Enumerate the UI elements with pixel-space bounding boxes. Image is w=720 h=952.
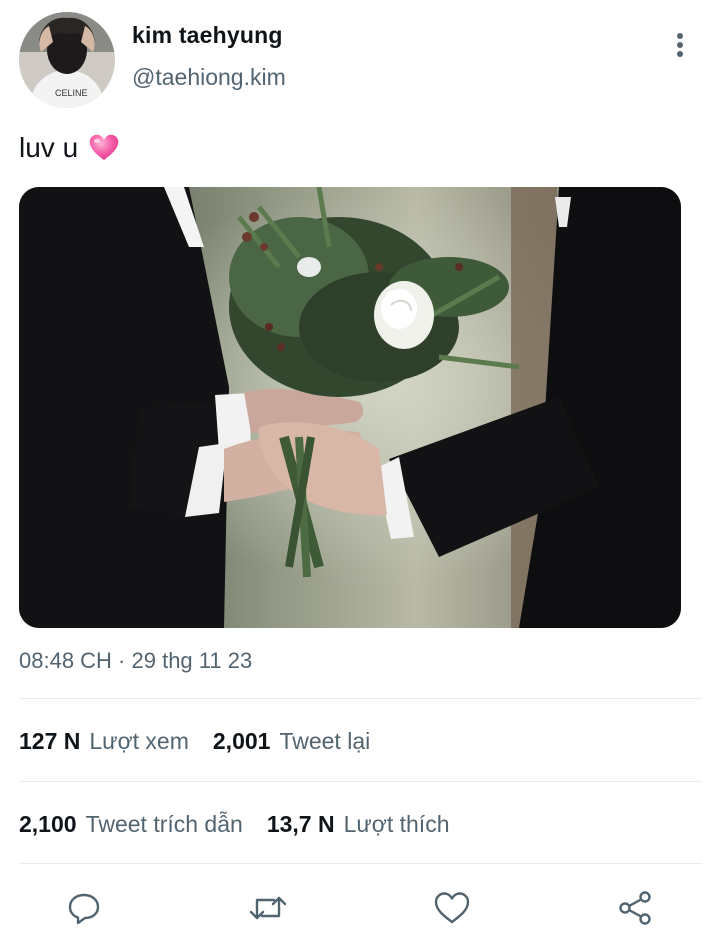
stats-row-views-retweets: 127 N Lượt xem 2,001 Tweet lại <box>19 721 370 761</box>
stats-row-quotes-likes: 2,100 Tweet trích dẫn 13,7 N Lượt thích <box>19 804 450 844</box>
retweets-stat[interactable]: 2,001 Tweet lại <box>213 728 370 755</box>
tweet-timestamp[interactable]: 08:48 CH · 29 thg 11 23 <box>19 648 252 674</box>
share-icon <box>619 891 651 925</box>
views-label: Lượt xem <box>89 727 189 754</box>
tweet-header: CELINE kim taehyung @taehiong.kim <box>0 0 720 118</box>
retweets-count: 2,001 <box>212 727 271 754</box>
more-vertical-icon <box>677 33 683 57</box>
likes-stat[interactable]: 13,7 N Lượt thích <box>267 811 450 838</box>
likes-label: Lượt thích <box>343 810 450 837</box>
avatar[interactable]: CELINE <box>19 12 115 108</box>
avatar-image: CELINE <box>19 12 115 108</box>
quotes-count: 2,100 <box>19 810 77 837</box>
retweet-button[interactable] <box>246 886 290 930</box>
divider <box>19 863 702 864</box>
like-button[interactable] <box>430 886 474 930</box>
share-button[interactable] <box>613 886 657 930</box>
avatar-shirt-text: CELINE <box>55 88 88 98</box>
tweet-actions-bar <box>0 880 720 940</box>
reply-icon <box>68 893 100 925</box>
wedding-photo <box>19 187 681 628</box>
divider <box>19 781 702 782</box>
display-name[interactable]: kim taehyung <box>132 22 283 49</box>
reply-button[interactable] <box>62 886 106 930</box>
retweet-icon <box>249 896 287 920</box>
pink-heart-emoji-icon <box>86 130 122 166</box>
views-count: 127 N <box>19 727 81 754</box>
tweet-media-image[interactable] <box>19 187 681 628</box>
heart-icon <box>434 892 470 924</box>
retweets-label: Tweet lại <box>279 727 371 754</box>
views-stat[interactable]: 127 N Lượt xem <box>19 728 189 755</box>
more-options-button[interactable] <box>664 28 696 62</box>
quotes-stat[interactable]: 2,100 Tweet trích dẫn <box>19 811 243 838</box>
tweet-text: luv u <box>19 128 122 168</box>
tweet-text-content: luv u <box>19 132 79 163</box>
likes-count: 13,7 N <box>266 810 335 837</box>
user-handle[interactable]: @taehiong.kim <box>132 64 286 91</box>
quotes-label: Tweet trích dẫn <box>85 810 243 837</box>
divider <box>19 698 702 699</box>
